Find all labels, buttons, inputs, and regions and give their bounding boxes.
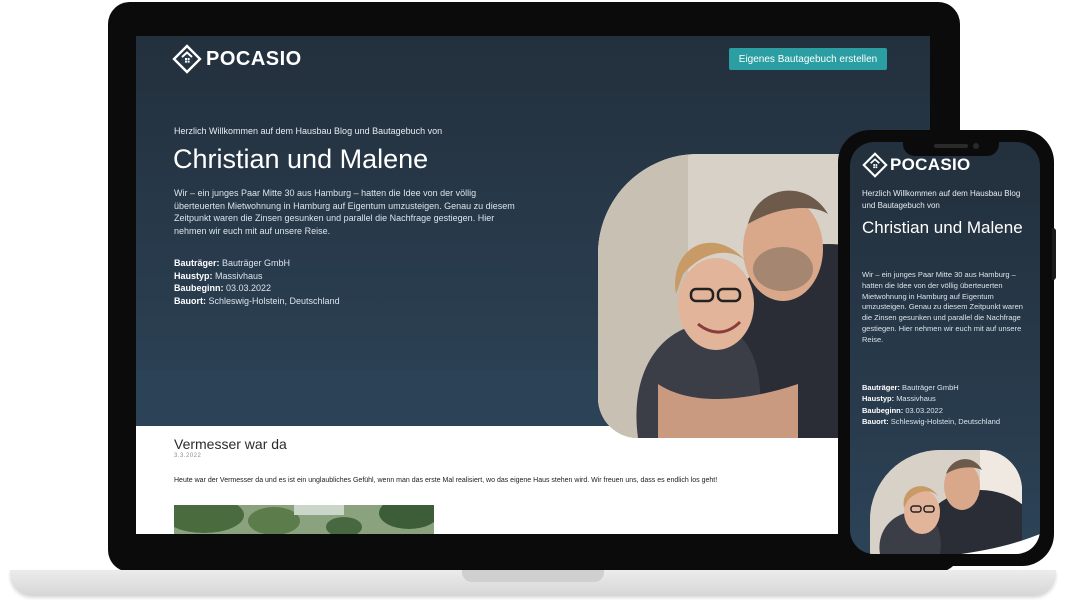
project-facts: Bauträger: Bauträger GmbH Haustyp: Massi… bbox=[174, 257, 340, 307]
fact-label: Haustyp: bbox=[862, 394, 895, 404]
mobile-brand-name: POCASIO bbox=[890, 155, 971, 174]
fact-row: Bauträger: Bauträger GmbH bbox=[174, 257, 340, 270]
fact-label: Baubeginn: bbox=[862, 405, 904, 415]
post-date: 3.3.2022 bbox=[174, 453, 202, 459]
page-title: Christian und Malene bbox=[173, 144, 429, 174]
fact-row: Bauort: Schleswig-Holstein, Deutschland bbox=[174, 295, 340, 308]
phone-speaker bbox=[934, 144, 968, 148]
post-title[interactable]: Vermesser war da bbox=[174, 436, 287, 452]
fact-value: Schleswig-Holstein, Deutschland bbox=[208, 295, 340, 306]
fact-value: Massivhaus bbox=[896, 394, 936, 404]
mobile-welcome-text: Herzlich Willkommen auf dem Hausbau Blog… bbox=[862, 189, 1021, 210]
mobile-project-facts: Bauträger: Bauträger GmbH Haustyp: Massi… bbox=[862, 382, 1000, 428]
fact-row: Haustyp: Massivhaus bbox=[174, 270, 340, 283]
desktop-page: POCASIO Eigenes Bautagebuch erstellen He… bbox=[136, 36, 930, 534]
fact-label: Baubeginn: bbox=[174, 283, 224, 293]
fact-row: Baubeginn: 03.03.2022 bbox=[862, 405, 1000, 416]
fact-value: 03.03.2022 bbox=[905, 405, 943, 415]
logo[interactable]: POCASIO bbox=[172, 44, 302, 74]
fact-label: Bauort: bbox=[862, 417, 889, 427]
brand-name: POCASIO bbox=[206, 47, 302, 70]
mobile-wave-divider bbox=[961, 534, 1040, 554]
laptop-notch bbox=[462, 570, 604, 582]
fact-row: Bauort: Schleswig-Holstein, Deutschland bbox=[862, 416, 1000, 427]
fact-row: Haustyp: Massivhaus bbox=[862, 393, 1000, 404]
fact-value: Schleswig-Holstein, Deutschland bbox=[890, 417, 1000, 427]
fact-value: Bauträger GmbH bbox=[222, 258, 291, 268]
phone-side-button bbox=[1052, 228, 1056, 280]
fact-label: Bauträger: bbox=[174, 258, 220, 268]
mobile-page-title: Christian und Malene bbox=[862, 218, 1023, 237]
fact-value: Bauträger GmbH bbox=[902, 383, 959, 392]
fact-label: Bauort: bbox=[174, 295, 206, 306]
fact-value: 03.03.2022 bbox=[226, 283, 272, 293]
mobile-page: POCASIO Herzlich Willkommen auf dem Haus… bbox=[850, 142, 1040, 554]
intro-text: Wir – ein junges Paar Mitte 30 aus Hambu… bbox=[174, 188, 515, 236]
welcome-text: Herzlich Willkommen auf dem Hausbau Blog… bbox=[174, 126, 443, 136]
fact-label: Bauträger: bbox=[862, 383, 900, 392]
house-diamond-icon bbox=[172, 44, 202, 74]
phone-camera bbox=[973, 143, 979, 149]
create-diary-button[interactable]: Eigenes Bautagebuch erstellen bbox=[729, 48, 887, 70]
mobile-intro-text: Wir – ein junges Paar Mitte 30 aus Hambu… bbox=[862, 270, 1023, 344]
fact-row: Baubeginn: 03.03.2022 bbox=[174, 282, 340, 295]
post-image bbox=[174, 505, 434, 534]
fact-value: Massivhaus bbox=[215, 270, 263, 281]
fact-row: Bauträger: Bauträger GmbH bbox=[862, 382, 1000, 393]
post-text: Heute war der Vermesser da und es ist ei… bbox=[174, 477, 718, 484]
fact-label: Haustyp: bbox=[174, 270, 213, 281]
house-diamond-icon bbox=[862, 152, 888, 178]
